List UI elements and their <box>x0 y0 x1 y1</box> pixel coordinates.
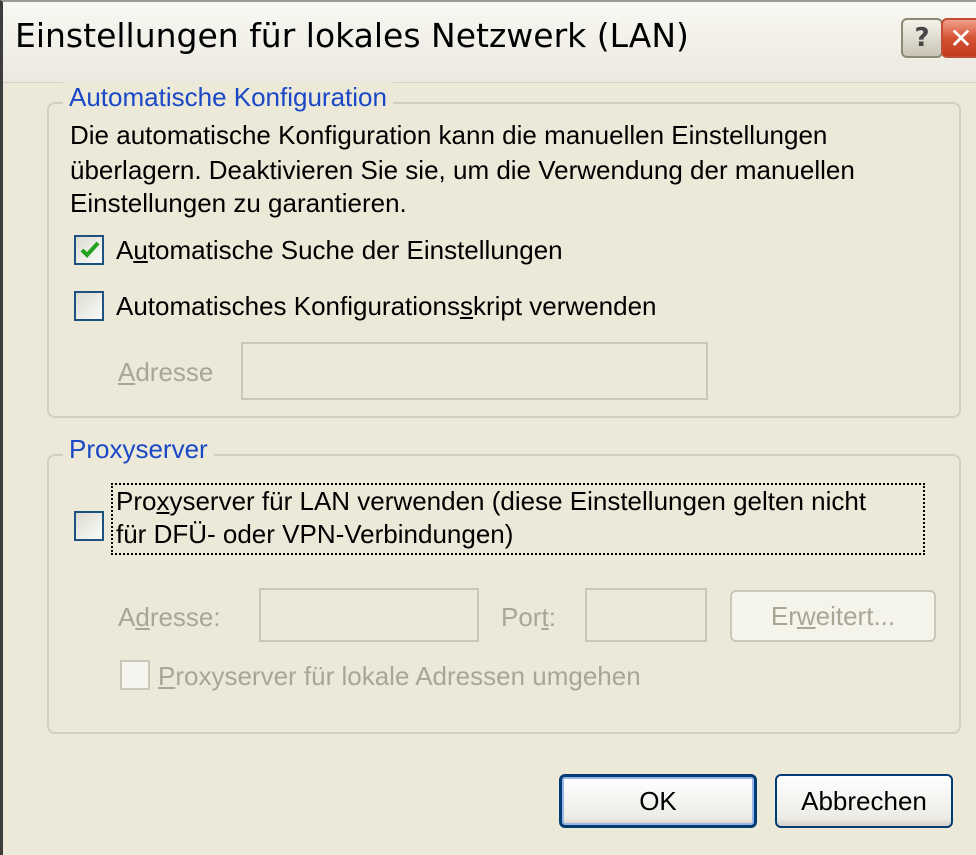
ok-button[interactable]: OK <box>559 774 757 828</box>
auto-config-legend: Automatische Konfiguration <box>63 82 393 113</box>
question-mark-icon: ? <box>914 23 930 53</box>
bypass-local-label[interactable]: Proxyserver für lokale Adressen umgehen <box>158 658 641 695</box>
config-script-checkbox[interactable] <box>74 291 104 321</box>
auto-detect-label[interactable]: Automatische Suche der Einstellungen <box>116 232 563 269</box>
advanced-button[interactable]: Er w eitert... <box>730 590 936 642</box>
auto-config-description-line-1: Die automatische Konfiguration kann die … <box>70 120 828 150</box>
bypass-local-checkbox[interactable] <box>120 660 150 690</box>
script-address-input[interactable] <box>241 342 708 400</box>
proxy-address-input[interactable] <box>259 588 479 642</box>
proxy-address-label: Adresse: <box>118 602 221 632</box>
title-bar[interactable]: Einstellungen für lokales Netzwerk (LAN)… <box>3 2 976 83</box>
dialog-title: Einstellungen für lokales Netzwerk (LAN) <box>15 16 689 55</box>
cancel-button[interactable]: Abbrechen <box>775 774 953 828</box>
proxy-port-input[interactable] <box>585 588 707 642</box>
close-button[interactable]: ✕ <box>941 18 976 58</box>
help-button[interactable]: ? <box>901 18 943 58</box>
checkmark-icon <box>80 241 100 258</box>
auto-detect-checkbox[interactable] <box>74 235 104 265</box>
use-proxy-checkbox[interactable] <box>74 511 104 541</box>
lan-settings-dialog: Einstellungen für lokales Netzwerk (LAN)… <box>0 0 976 855</box>
close-icon: ✕ <box>949 21 973 55</box>
use-proxy-label-line-1: Proxyserver für LAN verwenden (diese Ein… <box>116 486 867 516</box>
use-proxy-label-line-2: für DFÜ- oder VPN-Verbindungen) <box>116 519 514 549</box>
config-script-label[interactable]: Automatisches Konfigurationsskript verwe… <box>116 288 657 325</box>
auto-config-description-line-3: Einstellungen zu garantieren. <box>70 188 407 218</box>
script-address-label: Adresse <box>118 357 214 387</box>
use-proxy-label[interactable]: Proxyserver für LAN verwenden (diese Ein… <box>111 483 925 555</box>
proxy-server-legend: Proxyserver <box>63 434 214 465</box>
proxy-port-label: Port: <box>501 602 556 632</box>
auto-config-description-line-2: überlagern. Deaktivieren Sie sie, um die… <box>70 155 855 185</box>
